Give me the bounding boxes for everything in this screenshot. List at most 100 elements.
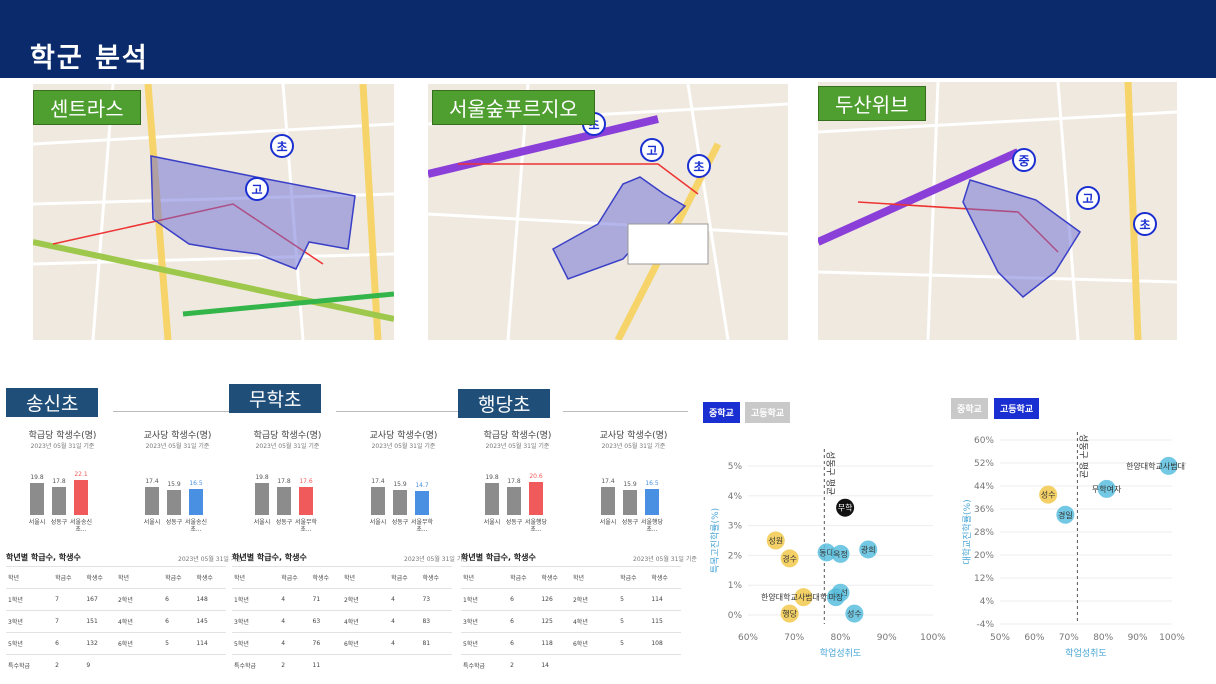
map-seoulsup: 초 고 초 서울숲푸르지오 — [428, 84, 788, 340]
table-cell: 148 — [194, 588, 226, 611]
bar-value: 17.4 — [371, 478, 385, 486]
scatter-chart-middle: 0% 1% 2% 3% 4% 5% 60% 70% 80% 90% 100% 학업성취도 특목고진학률(… — [710, 449, 946, 659]
table-cell — [420, 654, 452, 677]
table-cell: 3학년 — [6, 610, 54, 633]
y-tick-label: 44% — [974, 482, 994, 492]
x-tick-label: 90% — [1128, 633, 1148, 643]
table-header-cell: 학급수 — [53, 566, 85, 589]
grade-table: 학년 학급수 학생수 학년 학급수 학생수 1학년 4 71 2학년 4 73 3학년 4 63 4학년 4 83… — [232, 566, 452, 677]
table-cell: 76 — [310, 632, 342, 655]
table-cell: 3학년 — [461, 610, 509, 633]
table-cell: 5학년 — [461, 632, 509, 655]
tab-middle-school[interactable]: 중학교 — [703, 402, 740, 423]
svg-text:고: 고 — [1082, 192, 1093, 206]
table-header-cell: 학생수 — [194, 566, 226, 589]
table-cell: 2학년 — [341, 588, 390, 611]
table-cell — [570, 654, 619, 677]
chart-bar — [645, 488, 659, 515]
table-header-cell: 학년 — [232, 566, 280, 589]
table-header-cell: 학년 — [115, 566, 164, 589]
grade-table: 학년 학급수 학생수 학년 학급수 학생수 1학년 7 167 2학년 6 148 3학년 7 151 4학년… — [6, 566, 226, 677]
bar-value: 16.5 — [189, 479, 203, 487]
table-cell: 6 — [508, 610, 540, 633]
table-header-cell: 학급수 — [163, 566, 195, 589]
school-tag-songsin: 송신초 — [6, 388, 99, 417]
table-cell — [163, 654, 195, 677]
y-tick-label: 52% — [974, 459, 994, 469]
svg-text:초: 초 — [1139, 218, 1150, 232]
table-cell: 63 — [310, 610, 342, 633]
x-tick-label: 50% — [990, 633, 1010, 643]
page-title: 학군 분석 — [30, 43, 149, 74]
chart-bar — [371, 487, 385, 515]
point-label: 행당 — [782, 609, 797, 619]
table-cell: 1학년 — [232, 588, 280, 611]
point-label: 광희 — [861, 544, 876, 554]
chart-title: 교사당 학생수(명) — [369, 431, 438, 441]
table-cell: 132 — [84, 632, 116, 655]
map-centras: 초 고 센트라스 — [33, 84, 394, 340]
table-header-cell: 학년 — [461, 566, 509, 589]
bar-value: 17.4 — [145, 478, 159, 486]
table-header-cell: 학생수 — [310, 566, 342, 589]
table-header-cell: 학년 — [341, 566, 390, 589]
table-row: 3학년 4 63 4학년 4 83 — [232, 610, 452, 633]
table-cell: 1학년 — [461, 588, 509, 611]
divider — [336, 411, 458, 412]
y-tick-label: 5% — [728, 462, 743, 472]
table-cell: 6 — [508, 588, 540, 611]
chart-bar — [529, 482, 543, 515]
table-cell: 6 — [163, 588, 195, 611]
table-cell: 125 — [539, 610, 571, 633]
table-cell: 1학년 — [6, 588, 54, 611]
bar-value: 17.8 — [507, 477, 521, 485]
point-label: 경일 — [1058, 510, 1073, 520]
bar-value: 19.8 — [485, 474, 499, 482]
svg-text:중: 중 — [1018, 154, 1029, 168]
table-cell: 4학년 — [115, 610, 164, 633]
y-tick-label: -4% — [976, 620, 994, 630]
y-tick-label: 60% — [974, 436, 994, 446]
bar-value: 17.6 — [299, 477, 313, 485]
table-cell: 6 — [508, 632, 540, 655]
map-label: 서울숲푸르지오 — [432, 90, 595, 125]
tab-high-school[interactable]: 고등학교 — [994, 398, 1040, 419]
table-cell: 2학년 — [570, 588, 619, 611]
table-cell: 2학년 — [115, 588, 164, 611]
table-row: 1학년 6 126 2학년 5 114 — [461, 588, 681, 611]
point-label: 마장 — [829, 592, 844, 602]
point-label: 한양대학교사범대학부속 — [1126, 461, 1186, 471]
bar-value: 19.8 — [255, 474, 269, 482]
table-row: 1학년 7 167 2학년 6 148 — [6, 588, 226, 611]
school-tag-haengdang: 행당초 — [458, 389, 551, 418]
x-tick-label: 80% — [1093, 633, 1113, 643]
table-cell: 4 — [389, 588, 421, 611]
y-tick-label: 4% — [980, 597, 995, 607]
chart-title: 교사당 학생수(명) — [599, 431, 668, 441]
y-tick-label: 28% — [974, 528, 994, 538]
point-label: 성원 — [768, 537, 783, 546]
bar-value: 17.8 — [277, 477, 291, 485]
table-cell: 7 — [53, 610, 85, 633]
table-cell: 5 — [618, 588, 650, 611]
grade-table: 학년 학급수 학생수 학년 학급수 학생수 1학년 6 126 2학년 5 114 3학년 6 125 4학년… — [461, 566, 681, 677]
table-cell — [194, 654, 226, 677]
table-cell — [389, 654, 421, 677]
x-tick-label: 90% — [877, 633, 897, 643]
reference-label: 성동구 평균 — [824, 451, 835, 495]
chart-subtitle: 2023년 05월 31일 기준 — [145, 443, 210, 450]
tab-middle-school[interactable]: 중학교 — [951, 398, 988, 419]
reference-label: 성동구 평균 — [1077, 434, 1088, 478]
x-tick-label: 60% — [738, 633, 758, 643]
divider — [563, 411, 688, 412]
chart-title: 학급당 학생수(명) — [253, 431, 322, 441]
table-cell: 5 — [163, 632, 195, 655]
table-row: 특수학급 2 11 — [232, 654, 452, 677]
table-cell — [618, 654, 650, 677]
tab-high-school[interactable]: 고등학교 — [745, 402, 791, 423]
table-cell: 6 — [53, 632, 85, 655]
table-cell: 4 — [279, 610, 311, 633]
bar-chart-cell: 학급당 학생수(명) 2023년 05월 31일 기준 19.8 서울시 17.8 성동구… — [460, 420, 575, 570]
chart-bar — [601, 487, 615, 515]
chart-bar — [277, 486, 291, 515]
